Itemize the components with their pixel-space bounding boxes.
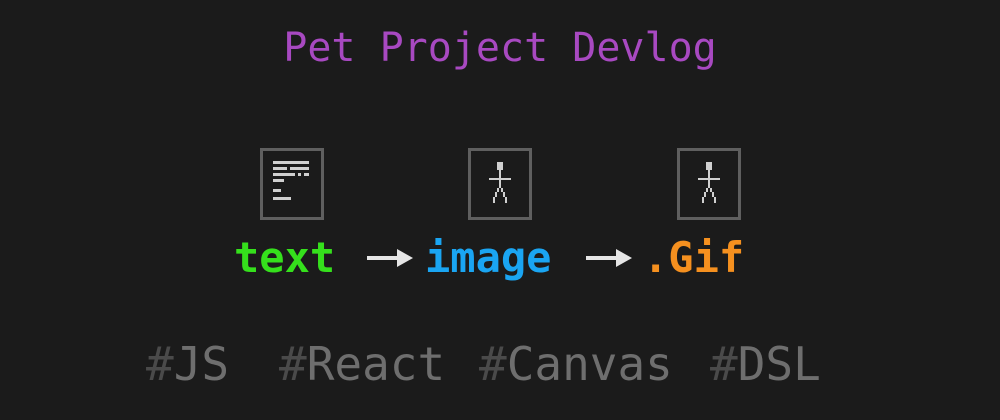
tag-react: #React: [279, 334, 445, 394]
hash-symbol: #: [146, 337, 174, 391]
page-title: Pet Project Devlog: [283, 25, 717, 71]
stick-figure-icon-graphic: [698, 162, 720, 203]
hash-symbol: #: [279, 337, 307, 391]
hash-symbol: #: [710, 337, 738, 391]
tag-list: #JS #React #Canvas #DSL: [0, 334, 1000, 394]
tag-label: DSL: [737, 337, 821, 391]
stick-figure-icon: [677, 148, 741, 220]
right-arrow-icon: [367, 249, 413, 267]
right-arrow-icon: [586, 249, 632, 267]
tag-label: JS: [173, 337, 230, 391]
document-icon-graphic: [273, 161, 309, 200]
stick-figure-icon: [468, 148, 532, 220]
tag-label: Canvas: [506, 337, 673, 391]
tag-dsl: #DSL: [710, 334, 821, 394]
pipeline-step-image: image: [425, 233, 552, 282]
hash-symbol: #: [479, 337, 507, 391]
pipeline: text image .Gif: [0, 230, 1000, 286]
document-icon: [260, 148, 324, 220]
tag-canvas: #Canvas: [479, 334, 673, 394]
pipeline-step-text: text: [234, 233, 336, 282]
tag-label: React: [306, 337, 446, 391]
tag-js: #JS: [146, 334, 229, 394]
pipeline-step-gif: .Gif: [643, 233, 745, 282]
stick-figure-icon-graphic: [489, 162, 511, 203]
